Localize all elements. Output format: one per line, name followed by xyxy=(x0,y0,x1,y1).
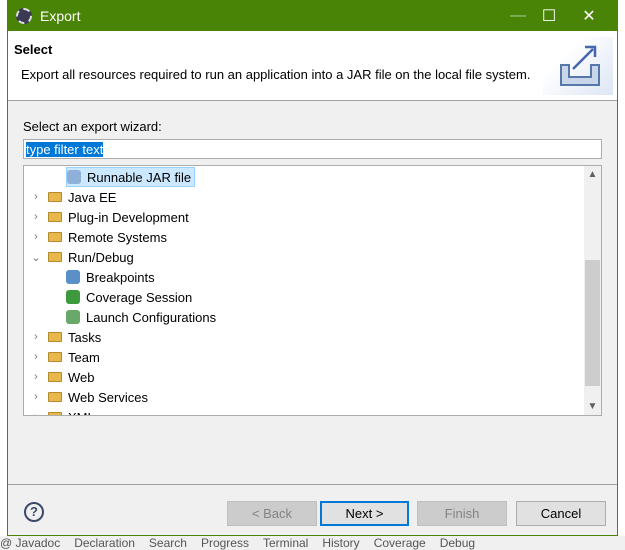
tree-item-label: Runnable JAR file xyxy=(87,169,192,185)
maximize-button[interactable]: ☐ xyxy=(529,0,569,31)
chevron-down-icon[interactable]: ⌄ xyxy=(30,251,42,264)
folder-icon xyxy=(48,192,62,202)
background-tab: Coverage xyxy=(373,536,426,550)
dialog-title: Export xyxy=(40,7,81,24)
coverage-icon xyxy=(66,290,80,304)
close-button[interactable]: ✕ xyxy=(569,0,609,31)
background-tab: Progress xyxy=(200,536,249,550)
footer-separator xyxy=(8,484,617,485)
tree-item[interactable]: › Web xyxy=(30,367,95,387)
export-banner-icon xyxy=(543,37,613,95)
tree-item-label: Coverage Session xyxy=(86,289,193,305)
tree-item-label: Plug-in Development xyxy=(68,209,189,225)
export-dialog: Export — ☐ ✕ Select Export all resources… xyxy=(7,0,618,536)
wizard-header: Select Export all resources required to … xyxy=(8,31,617,101)
next-button[interactable]: Next > xyxy=(320,501,409,526)
breakpoints-icon xyxy=(66,270,80,284)
tree-item-label: Tasks xyxy=(68,329,102,345)
tree-item-label: Team xyxy=(68,349,100,365)
tree-item[interactable]: › Java EE xyxy=(30,187,116,207)
eclipse-icon xyxy=(16,7,32,24)
folder-icon xyxy=(48,232,62,242)
runnable-jar-icon xyxy=(67,170,81,184)
folder-icon xyxy=(48,392,62,402)
tree-item[interactable]: › Plug-in Development xyxy=(30,207,189,227)
tree-item-label: XML xyxy=(68,410,95,416)
tree-item[interactable]: › Remote Systems xyxy=(30,227,167,247)
back-button[interactable]: < Back xyxy=(227,501,317,526)
chevron-right-icon[interactable]: › xyxy=(30,391,42,403)
background-view-tabs: @ Javadoc Declaration Search Progress Termin… xyxy=(0,536,625,550)
background-tab: Declaration xyxy=(74,536,135,550)
scrollbar-thumb[interactable] xyxy=(585,260,600,386)
chevron-right-icon[interactable]: › xyxy=(30,331,42,343)
page-title: Select xyxy=(14,42,53,57)
vertical-scrollbar[interactable]: ▲ ▼ xyxy=(584,166,601,415)
chevron-right-icon[interactable]: › xyxy=(30,191,42,203)
background-tab: Terminal xyxy=(262,536,309,550)
page-description: Export all resources required to run an … xyxy=(21,67,531,82)
background-tab: Debug xyxy=(439,536,476,550)
folder-icon xyxy=(48,212,62,222)
cancel-button[interactable]: Cancel xyxy=(516,501,606,526)
chevron-right-icon[interactable]: › xyxy=(30,411,42,415)
scroll-down-icon[interactable]: ▼ xyxy=(584,398,601,415)
tree-item[interactable]: Coverage Session xyxy=(66,287,192,307)
tree-item-label: Launch Configurations xyxy=(86,309,217,325)
filter-input[interactable]: type filter text xyxy=(23,139,602,159)
chevron-right-icon[interactable]: › xyxy=(30,351,42,363)
finish-button[interactable]: Finish xyxy=(417,501,507,526)
chevron-right-icon[interactable]: › xyxy=(30,211,42,223)
tree-item[interactable]: › Tasks xyxy=(30,327,101,347)
tree-item-label: Run/Debug xyxy=(68,249,134,265)
tree-item[interactable]: › Web Services xyxy=(30,387,148,407)
folder-icon xyxy=(48,372,62,382)
help-icon[interactable]: ? xyxy=(24,502,44,522)
tree-item[interactable]: ⌄ Run/Debug xyxy=(30,247,134,267)
folder-icon xyxy=(48,412,62,415)
chevron-right-icon[interactable]: › xyxy=(30,371,42,383)
tree-item-label: Breakpoints xyxy=(86,269,155,285)
tree-item-label: Remote Systems xyxy=(68,229,167,245)
filter-text: type filter text xyxy=(26,142,104,157)
tree-item[interactable]: › XML xyxy=(30,407,95,416)
wizard-label: Select an export wizard: xyxy=(23,119,162,134)
folder-icon xyxy=(48,252,62,262)
tree-item[interactable]: Launch Configurations xyxy=(66,307,216,327)
folder-icon xyxy=(48,352,62,362)
chevron-right-icon[interactable]: › xyxy=(30,231,42,243)
background-tab: History xyxy=(322,536,360,550)
tree-item-label: Java EE xyxy=(68,189,117,205)
background-tab: @ Javadoc xyxy=(0,536,61,550)
tree-item-label: Web Services xyxy=(68,389,148,405)
launch-config-icon xyxy=(66,310,80,324)
tree-item[interactable]: › Team xyxy=(30,347,100,367)
scroll-up-icon[interactable]: ▲ xyxy=(584,166,601,183)
tree-item[interactable]: Runnable JAR file xyxy=(66,167,196,187)
folder-icon xyxy=(48,332,62,342)
tree-item[interactable]: Breakpoints xyxy=(66,267,155,287)
tree-item-label: Web xyxy=(68,369,95,385)
wizard-tree[interactable]: ▲ ▼ Runnable JAR file › Java EE › Plug-in De… xyxy=(23,165,602,416)
background-tab: Search xyxy=(148,536,187,550)
